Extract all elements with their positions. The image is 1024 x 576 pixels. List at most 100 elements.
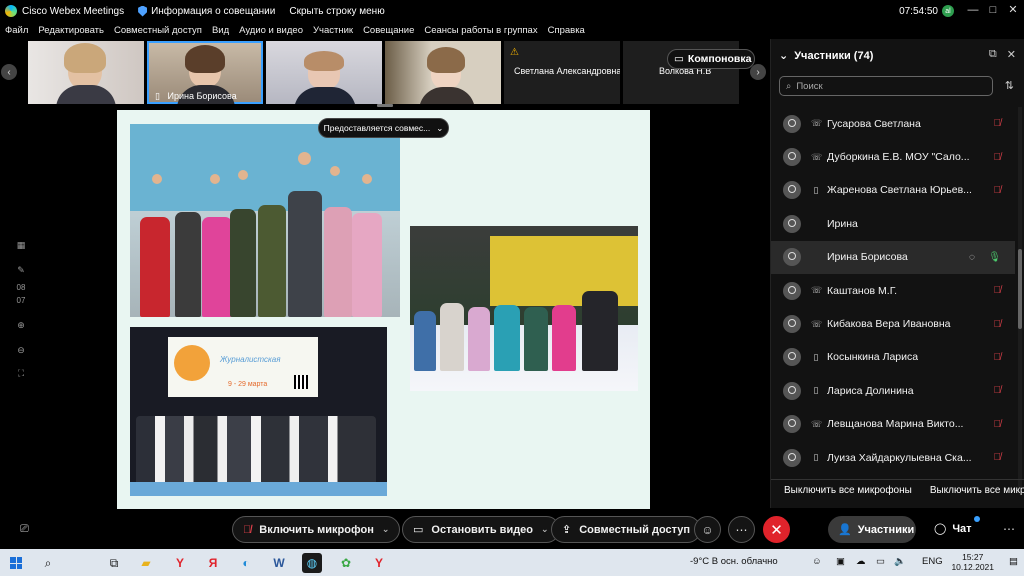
chevron-down-icon[interactable]: ⌄: [541, 524, 549, 535]
mic-muted-icon[interactable]: 🎙̸: [994, 452, 1002, 463]
pop-out-icon[interactable]: ⧉: [989, 48, 997, 61]
mic-muted-icon[interactable]: 🎙̸: [994, 319, 1002, 330]
mic-muted-icon[interactable]: 🎙̸: [994, 185, 1002, 196]
mute-all-button[interactable]: Выключить все микрофоны: [784, 485, 912, 496]
participants-button[interactable]: 👤 Участники: [828, 516, 916, 543]
list-item[interactable]: ▯ Лариса Долинина 🎙̸: [771, 374, 1015, 407]
yandex-browser-icon[interactable]: Y: [170, 553, 190, 573]
menu-item-audio-video[interactable]: Аудио и видео: [234, 25, 308, 36]
sort-icon[interactable]: ⇅: [1005, 79, 1014, 92]
yandex-browser-icon-2[interactable]: Y: [369, 553, 389, 573]
list-item[interactable]: ▯ Луиза Хайдаркулыевна Ска... 🎙̸: [771, 441, 1015, 474]
people-icon[interactable]: ☺: [812, 556, 822, 567]
list-item[interactable]: Ирина: [771, 207, 1015, 240]
stop-video-button[interactable]: ▭ Остановить видео ⌄: [402, 516, 560, 543]
mic-muted-icon[interactable]: 🎙̸: [994, 419, 1002, 430]
list-item[interactable]: ▯ Жаренова Светлана Юрьев... 🎙̸: [771, 174, 1015, 207]
tray-icon[interactable]: ☁: [856, 556, 866, 567]
mic-muted-icon[interactable]: 🎙̸: [994, 285, 1002, 296]
chat-button[interactable]: ◯ Чат: [934, 522, 972, 536]
list-item[interactable]: ☏ Гусарова Светлана 🎙̸: [771, 107, 1015, 140]
mic-on-icon[interactable]: 🎙: [988, 252, 1001, 263]
menu-item-breakout[interactable]: Сеансы работы в группах: [419, 25, 542, 36]
grid-icon[interactable]: ▦: [14, 240, 28, 254]
title-bar: Cisco Webex Meetings Информация о совеща…: [0, 0, 1024, 22]
menu-item-participant[interactable]: Участник: [308, 25, 358, 36]
mic-muted-icon[interactable]: 🎙̸: [994, 352, 1002, 363]
close-panel-icon[interactable]: ✕: [1007, 48, 1016, 61]
menu-item-meeting[interactable]: Совещание: [358, 25, 419, 36]
menu-item-help[interactable]: Справка: [543, 25, 590, 36]
scrollbar-thumb[interactable]: [1018, 249, 1022, 329]
more-options-icon[interactable]: ⋯: [728, 516, 755, 543]
mute-all-bar: Выключить все микрофоны Выключить все ми…: [771, 479, 1024, 501]
avatar[interactable]: al: [942, 5, 954, 17]
close-icon[interactable]: ✕: [1006, 3, 1020, 17]
sharing-indicator[interactable]: Предоставляется совмес... ⌄: [318, 118, 449, 138]
reactions-icon[interactable]: ☺: [694, 516, 721, 543]
menu-item-share[interactable]: Совместный доступ: [109, 25, 207, 36]
menu-item-view[interactable]: Вид: [207, 25, 234, 36]
list-item[interactable]: ☏ Кибакова Вера Ивановна 🎙̸: [771, 307, 1015, 340]
mic-muted-icon: 🎙̸: [243, 523, 252, 536]
resize-handle[interactable]: [377, 104, 393, 107]
avatar-icon: [783, 281, 801, 300]
video-tile[interactable]: [385, 41, 501, 104]
video-tile[interactable]: [266, 41, 382, 104]
zoom-out-icon[interactable]: ⊖: [14, 345, 28, 359]
share-button[interactable]: ⇪ Совместный доступ: [551, 516, 702, 543]
list-item[interactable]: ☏ Левщанова Марина Викто... 🎙̸: [771, 408, 1015, 441]
video-tile-active[interactable]: ▯ Ирина Борисова: [147, 41, 263, 104]
chat-bubble-icon[interactable]: ◌: [969, 252, 975, 263]
mic-muted-icon[interactable]: 🎙̸: [994, 152, 1002, 163]
more-icon[interactable]: ⋯: [998, 518, 1020, 540]
search-icon[interactable]: ⌕: [38, 553, 58, 573]
annotate-icon[interactable]: ✎: [14, 265, 28, 279]
list-item[interactable]: ▯ Косынкина Лариса 🎙̸: [771, 341, 1015, 374]
start-button[interactable]: [6, 553, 26, 573]
chevron-right-icon[interactable]: ›: [750, 64, 766, 80]
system-clock[interactable]: 15:27 10.12.2021: [951, 552, 994, 572]
participants-header[interactable]: ⌄ Участники (74): [779, 49, 873, 63]
list-item[interactable]: ☏ Каштанов М.Г. 🎙̸: [771, 274, 1015, 307]
chevron-left-icon[interactable]: ‹: [1, 64, 17, 80]
edge-icon[interactable]: ◐: [236, 553, 256, 573]
webex-taskbar-icon[interactable]: ◍: [302, 553, 322, 573]
video-tile[interactable]: [28, 41, 144, 104]
menu-item-file[interactable]: Файл: [0, 25, 33, 36]
notifications-icon[interactable]: ▤: [1009, 556, 1018, 567]
unmute-button[interactable]: 🎙̸ Включить микрофон ⌄: [232, 516, 401, 543]
end-call-button[interactable]: ✕: [763, 516, 790, 543]
avatar-icon: [783, 214, 801, 233]
list-item[interactable]: ☏ Дуборкина Е.В. МОУ "Сало... 🎙̸: [771, 140, 1015, 173]
minimize-icon[interactable]: —: [966, 3, 980, 17]
maximize-icon[interactable]: □: [986, 3, 1000, 17]
yandex-icon[interactable]: Я: [203, 553, 223, 573]
menu-item-edit[interactable]: Редактировать: [33, 25, 109, 36]
video-thumbnail-strip: ‹ ▯ Ирина Борисова ⚠ Светлана Александро…: [0, 39, 770, 106]
mic-muted-icon[interactable]: 🎙̸: [994, 385, 1002, 396]
mute-all-button-2[interactable]: Выключить все микрофо: [930, 485, 1024, 496]
notification-dot: [974, 516, 980, 522]
zoom-in-icon[interactable]: ⊕: [14, 320, 28, 334]
app-icon[interactable]: ✿: [336, 553, 356, 573]
list-item-highlighted[interactable]: Ирина Борисова ◌ 🎙: [771, 240, 1015, 274]
volume-icon[interactable]: 🔈: [894, 556, 906, 567]
weather-widget[interactable]: -9°C В осн. облачно: [690, 556, 778, 567]
video-tile[interactable]: ⚠ Светлана Александровна ...: [504, 41, 620, 104]
chevron-down-icon[interactable]: ⌄: [382, 524, 390, 535]
word-icon[interactable]: W: [269, 553, 289, 573]
captions-icon[interactable]: ⎚: [20, 523, 29, 536]
network-icon[interactable]: ▭: [876, 556, 885, 567]
avatar-icon: [783, 181, 801, 200]
hide-menu-bar-button[interactable]: Скрыть строку меню: [289, 6, 384, 17]
language-indicator[interactable]: ENG: [922, 556, 943, 567]
tray-icon[interactable]: ▣: [836, 556, 845, 567]
mic-muted-icon[interactable]: 🎙̸: [994, 118, 1002, 129]
fit-screen-icon[interactable]: ⛶: [14, 368, 28, 382]
layout-button[interactable]: ▭ Компоновка: [667, 49, 755, 69]
meeting-info-button[interactable]: Информация о совещании: [138, 5, 275, 17]
task-view-icon[interactable]: ⧉: [104, 553, 124, 573]
search-input[interactable]: ⌕ Поиск: [779, 76, 993, 96]
file-explorer-icon[interactable]: ▰: [136, 553, 156, 573]
